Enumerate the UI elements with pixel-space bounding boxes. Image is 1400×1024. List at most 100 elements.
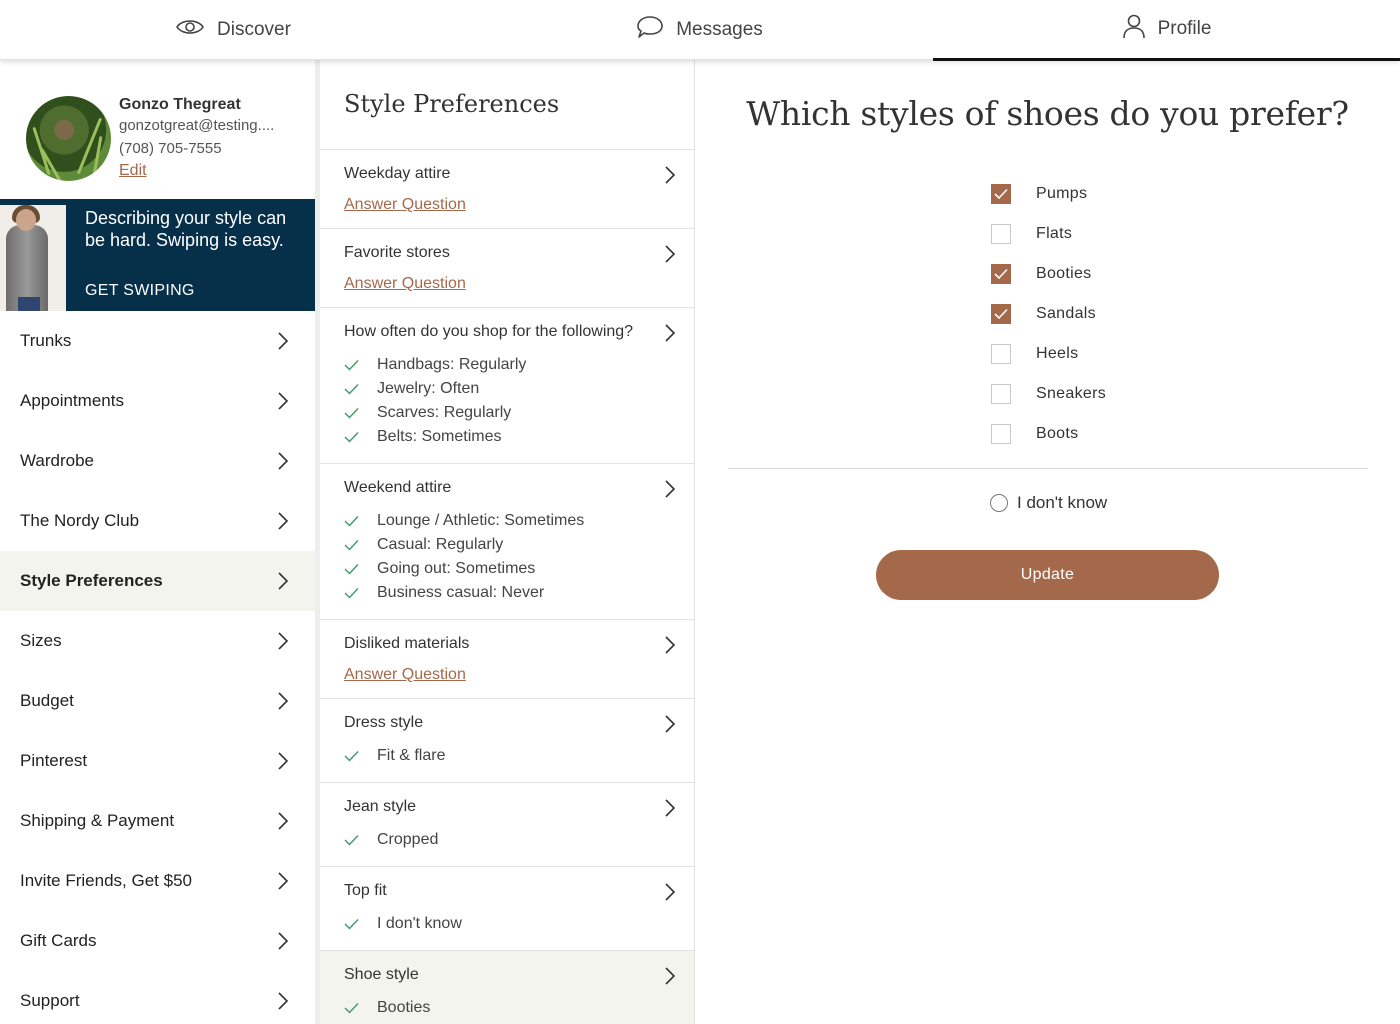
question-card-weekday-attire[interactable]: Weekday attire Answer Question xyxy=(320,150,694,229)
answer-item: Booties xyxy=(344,996,670,1020)
checkmark-icon xyxy=(344,407,368,419)
checkbox[interactable] xyxy=(991,184,1011,204)
shoe-option-sandals[interactable]: Sandals xyxy=(991,294,1106,334)
chevron-right-icon xyxy=(278,932,289,950)
answer-text: Handbags: Regularly xyxy=(377,356,527,373)
chevron-right-icon xyxy=(664,245,676,268)
answer-question-link[interactable]: Answer Question xyxy=(344,666,466,684)
checkbox[interactable] xyxy=(991,224,1011,244)
answer-list: I don't know xyxy=(344,912,670,936)
question-card-jean-style[interactable]: Jean style Cropped xyxy=(320,783,694,867)
promo-text: Describing your style can be hard. Swipi… xyxy=(85,208,287,250)
chevron-right-icon xyxy=(664,324,676,347)
checkbox[interactable] xyxy=(991,384,1011,404)
question-label: How often do you shop for the following? xyxy=(344,323,634,340)
sidebar-item-wardrobe[interactable]: Wardrobe xyxy=(0,431,315,491)
answer-text: Casual: Regularly xyxy=(377,536,504,553)
chevron-right-icon xyxy=(278,752,289,770)
answer-item: Belts: Sometimes xyxy=(344,425,670,449)
profile-card: Gonzo Thegreat gonzotgreat@testing.... (… xyxy=(0,60,315,199)
question-label: Disliked materials xyxy=(344,635,470,652)
sidebar-item-pinterest[interactable]: Pinterest xyxy=(0,731,315,791)
question-label: Jean style xyxy=(344,798,417,815)
answer-item: I don't know xyxy=(344,912,670,936)
shoe-option-heels[interactable]: Heels xyxy=(991,334,1106,374)
sidebar-item-label: The Nordy Club xyxy=(20,511,140,530)
question-card-favorite-stores[interactable]: Favorite stores Answer Question xyxy=(320,229,694,308)
shoe-option-flats[interactable]: Flats xyxy=(991,214,1106,254)
question-card-shoe-style[interactable]: Shoe style Booties Pumps xyxy=(320,951,694,1024)
shoe-option-pumps[interactable]: Pumps xyxy=(991,174,1106,214)
sidebar-item-gift-cards[interactable]: Gift Cards xyxy=(0,911,315,971)
get-swiping-banner[interactable]: Describing your style can be hard. Swipi… xyxy=(0,199,315,311)
checkbox[interactable] xyxy=(991,424,1011,444)
answer-text: Cropped xyxy=(377,831,439,848)
answer-item: Jewelry: Often xyxy=(344,377,670,401)
question-editor: Which styles of shoes do you prefer? Pum… xyxy=(695,60,1400,1024)
chevron-right-icon xyxy=(278,812,289,830)
checkmark-icon xyxy=(344,539,368,551)
sidebar-item-label: Sizes xyxy=(20,631,62,650)
answer-list: Fit & flare xyxy=(344,744,670,768)
question-card-dress-style[interactable]: Dress style Fit & flare xyxy=(320,699,694,783)
sidebar-item-nordy-club[interactable]: The Nordy Club xyxy=(0,491,315,551)
sidebar-item-label: Budget xyxy=(20,691,74,710)
tab-discover-label: Discover xyxy=(217,19,291,40)
chevron-right-icon xyxy=(278,572,289,590)
chevron-right-icon xyxy=(664,636,676,659)
checkmark-icon xyxy=(994,188,1008,200)
edit-profile-link[interactable]: Edit xyxy=(119,162,147,180)
answer-item: Lounge / Athletic: Sometimes xyxy=(344,509,670,533)
chevron-right-icon xyxy=(664,883,676,906)
answer-text: Belts: Sometimes xyxy=(377,428,502,445)
dont-know-radio[interactable] xyxy=(990,494,1008,512)
update-button[interactable]: Update xyxy=(876,550,1219,600)
chevron-right-icon xyxy=(278,872,289,890)
tab-profile[interactable]: Profile xyxy=(933,0,1400,61)
chevron-right-icon xyxy=(664,480,676,503)
sidebar-item-trunks[interactable]: Trunks xyxy=(0,311,315,371)
dont-know-option[interactable]: I don't know xyxy=(990,493,1107,513)
checkbox[interactable] xyxy=(991,304,1011,324)
question-label: Weekend attire xyxy=(344,479,452,496)
shoe-option-sneakers[interactable]: Sneakers xyxy=(991,374,1106,414)
answer-text: I don't know xyxy=(377,915,462,932)
sidebar-item-budget[interactable]: Budget xyxy=(0,671,315,731)
get-swiping-link[interactable]: GET SWIPING xyxy=(85,282,195,300)
tab-messages[interactable]: Messages xyxy=(466,0,933,60)
question-label: Shoe style xyxy=(344,966,419,983)
answer-question-link[interactable]: Answer Question xyxy=(344,275,466,293)
question-card-top-fit[interactable]: Top fit I don't know xyxy=(320,867,694,951)
chevron-right-icon xyxy=(278,632,289,650)
sidebar-item-style-preferences[interactable]: Style Preferences xyxy=(0,551,315,611)
chevron-right-icon xyxy=(278,452,289,470)
speech-bubble-icon xyxy=(636,15,676,45)
sidebar-item-invite-friends[interactable]: Invite Friends, Get $50 xyxy=(0,851,315,911)
question-card-how-often-do-you-shop-for-the-following[interactable]: How often do you shop for the following?… xyxy=(320,308,694,464)
answer-question-link[interactable]: Answer Question xyxy=(344,196,466,214)
sidebar-item-label: Appointments xyxy=(20,391,124,410)
tab-discover[interactable]: Discover xyxy=(0,0,466,60)
chevron-right-icon xyxy=(664,715,676,738)
checkmark-icon xyxy=(344,515,368,527)
sidebar-item-appointments[interactable]: Appointments xyxy=(0,371,315,431)
chevron-right-icon xyxy=(278,392,289,410)
option-label: Flats xyxy=(1036,225,1073,242)
shoe-option-booties[interactable]: Booties xyxy=(991,254,1106,294)
sidebar-item-shipping-payment[interactable]: Shipping & Payment xyxy=(0,791,315,851)
sidebar-item-label: Trunks xyxy=(20,331,72,350)
sidebar-item-label: Style Preferences xyxy=(20,571,163,590)
profile-name: Gonzo Thegreat xyxy=(119,96,241,113)
question-card-weekend-attire[interactable]: Weekend attire Lounge / Athletic: Sometim… xyxy=(320,464,694,620)
chevron-right-icon xyxy=(664,967,676,990)
sidebar-item-sizes[interactable]: Sizes xyxy=(0,611,315,671)
shoe-option-boots[interactable]: Boots xyxy=(991,414,1106,454)
checkbox[interactable] xyxy=(991,264,1011,284)
checkmark-icon xyxy=(344,563,368,575)
sidebar-item-support[interactable]: Support xyxy=(0,971,315,1024)
question-card-disliked-materials[interactable]: Disliked materials Answer Question xyxy=(320,620,694,699)
checkbox[interactable] xyxy=(991,344,1011,364)
answer-list: Handbags: Regularly Jewelry: Often Scarves… xyxy=(344,353,670,449)
answer-list: Booties Pumps xyxy=(344,996,670,1024)
checkmark-icon xyxy=(344,383,368,395)
